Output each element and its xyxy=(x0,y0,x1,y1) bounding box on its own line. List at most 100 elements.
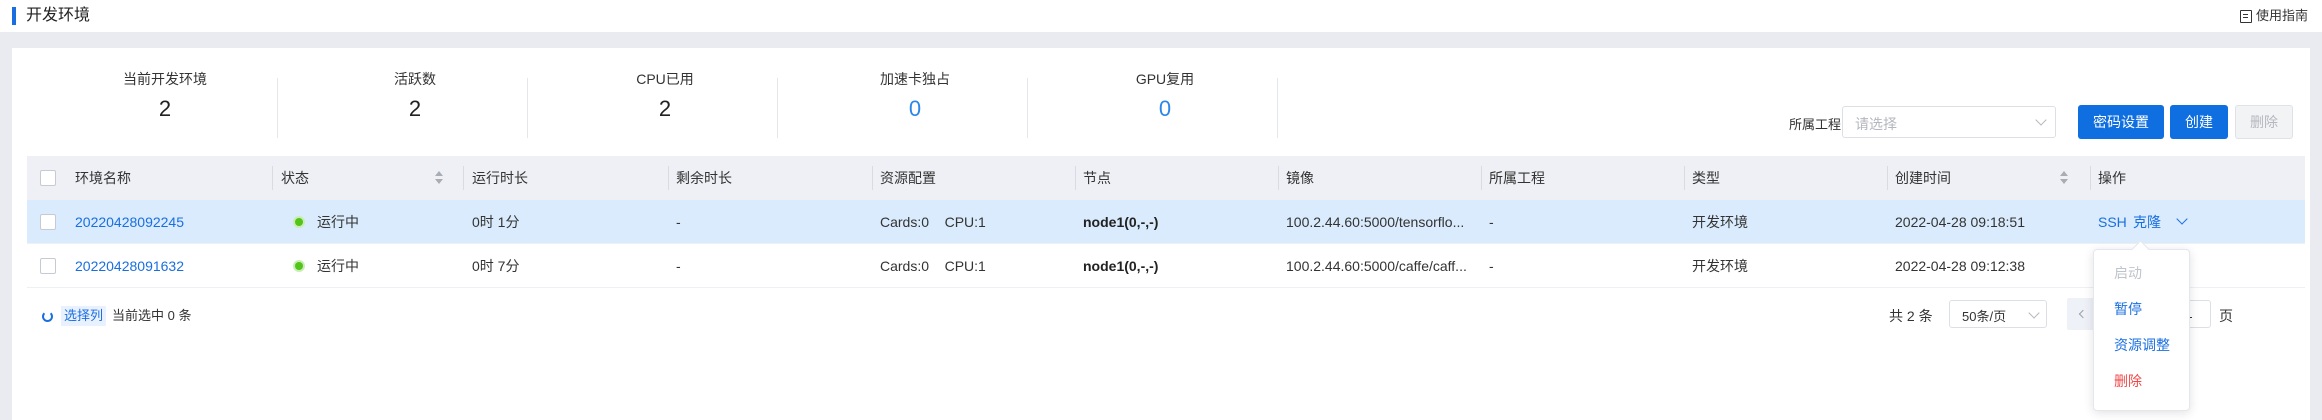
column-divider xyxy=(1278,166,1279,190)
table-row[interactable]: 20220428092245 运行中 0时 1分 - Cards:0 CPU:1… xyxy=(27,200,2305,244)
stat-current-envs: 当前开发环境 2 xyxy=(40,70,290,122)
column-divider xyxy=(463,166,464,190)
stat-divider xyxy=(1277,78,1278,138)
user-guide-link[interactable]: 使用指南 xyxy=(2239,7,2308,25)
create-button[interactable]: 创建 xyxy=(2170,105,2228,139)
environment-table: 环境名称 状态 运行时长 剩余时长 资源配置 节点 镜像 所属工程 类型 创建时… xyxy=(27,156,2305,288)
row-checkbox[interactable] xyxy=(40,258,56,274)
sort-icon[interactable] xyxy=(435,171,443,185)
stat-divider xyxy=(277,78,278,138)
dropdown-item-delete[interactable]: 删除 xyxy=(2114,371,2142,391)
title-accent-bar xyxy=(12,7,16,25)
pagination-total: 共 2 条 xyxy=(1889,308,1933,324)
dropdown-item-start: 启动 xyxy=(2114,265,2142,281)
column-header-type: 类型 xyxy=(1692,170,1720,186)
resource-config: Cards:0 CPU:1 xyxy=(880,258,986,274)
page-size-select[interactable]: 50条/页 xyxy=(1949,300,2047,328)
stat-label: 活跃数 xyxy=(394,71,436,87)
chevron-down-icon xyxy=(2035,114,2047,126)
stat-gpu-shared: GPU复用 0 xyxy=(1040,70,1290,122)
remaining-time: - xyxy=(676,258,681,274)
stat-value: 0 xyxy=(1158,96,1172,121)
column-header-status: 状态 xyxy=(281,170,309,186)
stat-label: CPU已用 xyxy=(636,71,694,87)
document-icon xyxy=(2239,9,2252,23)
column-header-node: 节点 xyxy=(1083,170,1111,186)
key-settings-button[interactable]: 密码设置 xyxy=(2078,105,2164,139)
stat-divider xyxy=(1027,78,1028,138)
column-header-actions: 操作 xyxy=(2098,170,2126,186)
remaining-time: - xyxy=(676,214,681,230)
column-divider xyxy=(1075,166,1076,190)
env-type: 开发环境 xyxy=(1692,214,1748,230)
env-name-link[interactable]: 20220428091632 xyxy=(75,244,184,288)
column-header-resources: 资源配置 xyxy=(880,170,936,186)
stat-value: 0 xyxy=(908,96,922,121)
stat-label: 加速卡独占 xyxy=(880,71,950,87)
dropdown-item-resize[interactable]: 资源调整 xyxy=(2114,335,2170,355)
env-name-link[interactable]: 20220428092245 xyxy=(75,200,184,244)
column-divider xyxy=(668,166,669,190)
selected-count: 当前选中 0 条 xyxy=(112,308,192,323)
select-all-checkbox[interactable] xyxy=(40,170,56,186)
column-header-project: 所属工程 xyxy=(1489,170,1545,186)
image: 100.2.44.60:5000/caffe/caff... xyxy=(1286,258,1467,274)
project-filter-label: 所属工程 xyxy=(1789,117,1842,132)
node: node1(0,-,-) xyxy=(1083,258,1159,274)
main-panel: 当前开发环境 2 活跃数 2 CPU已用 2 加速卡独占 0 GPU复用 0 所… xyxy=(12,48,2310,420)
run-time: 0时 1分 xyxy=(472,214,520,230)
running-status-icon xyxy=(295,262,303,270)
column-divider xyxy=(1684,166,1685,190)
stat-value: 2 xyxy=(158,96,172,121)
env-type: 开发环境 xyxy=(1692,258,1748,274)
stat-label: 当前开发环境 xyxy=(123,71,207,87)
status-text: 运行中 xyxy=(317,258,359,274)
running-status-icon xyxy=(295,218,303,226)
clone-link[interactable]: 克隆 xyxy=(2133,200,2161,244)
select-columns-button[interactable]: 选择列 xyxy=(61,306,107,326)
project: - xyxy=(1489,214,1494,230)
stat-cpu-used: CPU已用 2 xyxy=(540,70,790,122)
more-actions-dropdown: 启动 暂停 资源调整 删除 xyxy=(2093,249,2190,411)
more-actions-chevron-icon[interactable] xyxy=(2176,213,2188,225)
project: - xyxy=(1489,258,1494,274)
dropdown-item-pause[interactable]: 暂停 xyxy=(2114,299,2142,319)
resource-config: Cards:0 CPU:1 xyxy=(880,214,986,230)
refresh-icon[interactable] xyxy=(42,310,53,322)
ssh-link[interactable]: SSH xyxy=(2098,200,2127,244)
stat-active: 活跃数 2 xyxy=(290,70,540,122)
delete-button[interactable]: 删除 xyxy=(2235,105,2293,139)
node: node1(0,-,-) xyxy=(1083,214,1159,230)
page-size-value: 50条/页 xyxy=(1962,309,2007,324)
project-select[interactable]: 请选择 xyxy=(1842,106,2056,138)
row-checkbox[interactable] xyxy=(40,214,56,230)
created-time: 2022-04-28 09:18:51 xyxy=(1895,214,2025,230)
chevron-left-icon xyxy=(2078,309,2088,319)
table-row[interactable]: 20220428091632 运行中 0时 7分 - Cards:0 CPU:1… xyxy=(27,244,2305,288)
image: 100.2.44.60:5000/tensorflo... xyxy=(1286,214,1465,230)
status-text: 运行中 xyxy=(317,214,359,230)
column-divider xyxy=(1481,166,1482,190)
stat-divider xyxy=(777,78,778,138)
table-header: 环境名称 状态 运行时长 剩余时长 资源配置 节点 镜像 所属工程 类型 创建时… xyxy=(27,156,2305,200)
column-divider xyxy=(1887,166,1888,190)
run-time: 0时 7分 xyxy=(472,258,520,274)
column-divider xyxy=(872,166,873,190)
stat-value: 2 xyxy=(408,96,422,121)
sort-icon[interactable] xyxy=(2060,171,2068,185)
goto-suffix: 页 xyxy=(2219,308,2233,324)
user-guide-label: 使用指南 xyxy=(2255,8,2308,23)
selection-info: 选择列 当前选中 0 条 xyxy=(42,306,191,326)
stat-value: 2 xyxy=(658,96,672,121)
column-divider xyxy=(272,166,273,190)
column-header-run-time: 运行时长 xyxy=(472,170,528,186)
page-title: 开发环境 xyxy=(26,7,91,24)
stat-label: GPU复用 xyxy=(1135,71,1195,87)
column-header-created: 创建时间 xyxy=(1895,170,1951,186)
chevron-down-icon xyxy=(2028,307,2040,319)
stat-accelerator-exclusive: 加速卡独占 0 xyxy=(790,70,1040,122)
project-select-placeholder: 请选择 xyxy=(1855,116,1897,132)
column-header-name: 环境名称 xyxy=(75,170,131,186)
column-header-image: 镜像 xyxy=(1286,170,1314,186)
stat-divider xyxy=(527,78,528,138)
